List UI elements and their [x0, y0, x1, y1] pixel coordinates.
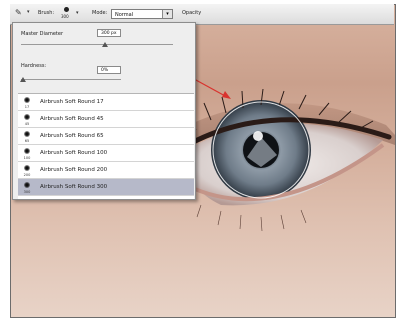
brush-preset-row[interactable]: 45 Airbrush Soft Round 45 [18, 111, 194, 128]
brush-size-readout: 300 [61, 14, 69, 19]
hardness-field[interactable]: 0% [97, 66, 121, 74]
master-diameter-slider-thumb[interactable] [101, 42, 108, 47]
mode-value: Normal [115, 11, 134, 18]
mode-select[interactable]: Normal ▾ [111, 9, 173, 19]
brush-preset-row[interactable]: 200 Airbrush Soft Round 200 [18, 162, 194, 179]
brush-preset-name: Airbrush Soft Round 300 [40, 184, 108, 190]
brush-preview-icon [64, 7, 69, 12]
brush-preset-name: Airbrush Soft Round 200 [40, 167, 108, 173]
hardness-slider-thumb[interactable] [20, 77, 26, 82]
airbrush-soft-round-icon [24, 131, 30, 137]
airbrush-soft-round-icon [24, 114, 30, 120]
master-diameter-field[interactable]: 300 px [97, 29, 121, 37]
brush-preset-size: 45 [24, 122, 30, 126]
brush-preset-row-selected[interactable]: 300 Airbrush Soft Round 300 [18, 179, 194, 196]
brush-preset-name: Airbrush Soft Round 100 [40, 150, 108, 156]
hardness-slider[interactable] [21, 79, 121, 80]
chevron-down-icon: ▾ [162, 10, 172, 18]
master-diameter-label: Master Diameter [21, 31, 64, 37]
brush-preset-size: 300 [23, 190, 31, 194]
brush-preset-size: 17 [24, 105, 30, 109]
airbrush-soft-round-icon [24, 165, 30, 171]
hardness-value: 0% [101, 68, 109, 73]
hardness-label: Hardness: [21, 63, 47, 69]
brush-preset-name: Airbrush Soft Round 45 [40, 116, 104, 122]
brush-preset-picker[interactable]: 300 [60, 6, 74, 21]
airbrush-soft-round-icon [24, 97, 30, 103]
brush-label: Brush: [38, 10, 55, 16]
master-diameter-slider[interactable] [21, 44, 173, 45]
brush-preset-row[interactable]: 17 Airbrush Soft Round 17 [18, 94, 194, 111]
brush-preset-name: Airbrush Soft Round 65 [40, 133, 104, 139]
mode-label: Mode: [92, 10, 108, 16]
brush-preset-row[interactable]: 100 Airbrush Soft Round 100 [18, 145, 194, 162]
brush-tool-icon[interactable]: ✎ [15, 8, 22, 17]
brush-preset-list[interactable]: 17 Airbrush Soft Round 17 45 Airbrush So… [18, 93, 194, 199]
brush-preset-name: Airbrush Soft Round 17 [40, 99, 104, 105]
airbrush-soft-round-icon [24, 148, 30, 154]
brush-preset-panel: Master Diameter 300 px Hardness: 0% 17 A… [12, 22, 196, 200]
brush-preset-size: 200 [23, 173, 31, 177]
brush-preset-size: 65 [24, 139, 30, 143]
opacity-label: Opacity [182, 10, 202, 16]
airbrush-soft-round-icon [24, 182, 30, 188]
tool-preset-arrow-icon[interactable]: ▾ [27, 9, 30, 15]
brush-picker-arrow-icon[interactable]: ▾ [76, 10, 79, 16]
brush-preset-size: 100 [23, 156, 31, 160]
master-diameter-value: 300 px [101, 31, 117, 36]
brush-preset-row[interactable]: 65 Airbrush Soft Round 65 [18, 128, 194, 145]
